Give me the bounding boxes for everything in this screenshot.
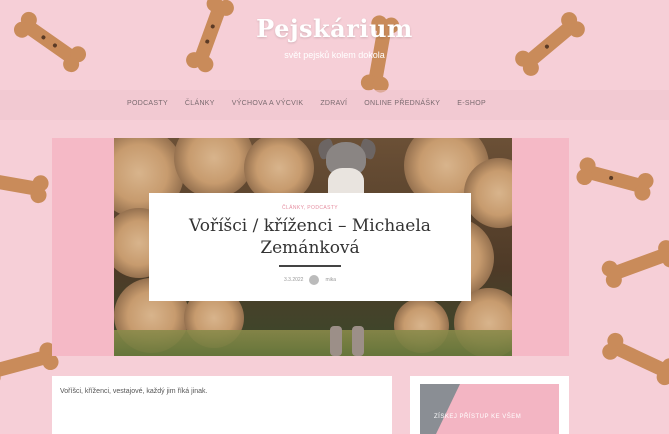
- bone-decoration: [0, 163, 52, 205]
- site-tagline: svět pejsků kolem dokola: [284, 50, 385, 60]
- post-meta: 3.3.2022 mika: [149, 275, 471, 285]
- nav-item-vychova[interactable]: VÝCHOVA A VÝCVIK: [232, 100, 304, 107]
- bone-decoration: [598, 329, 669, 388]
- author-avatar-icon: [309, 275, 320, 285]
- nav-item-clanky[interactable]: ČLÁNKY: [185, 100, 215, 107]
- site-title[interactable]: Pejskárium: [0, 14, 669, 43]
- post-author[interactable]: mika: [325, 277, 336, 283]
- post-card: ČLÁNKY, PODCASTY Voříšci / kříženci – Mi…: [149, 193, 471, 301]
- post-categories[interactable]: ČLÁNKY, PODCASTY: [149, 205, 471, 211]
- main-nav: PODCASTY ČLÁNKY VÝCHOVA A VÝCVIK ZDRAVÍ …: [0, 90, 669, 120]
- post-excerpt: Voříšci, kříženci, vestajové, každý jim …: [60, 388, 208, 395]
- post-content: Voříšci, kříženci, vestajové, každý jim …: [52, 376, 392, 434]
- nav-item-podcasty[interactable]: PODCASTY: [127, 100, 168, 107]
- nav-item-zdravi[interactable]: ZDRAVÍ: [320, 100, 347, 107]
- post-date: 3.3.2022: [283, 277, 304, 283]
- nav-item-prednasky[interactable]: ONLINE PŘEDNÁŠKY: [364, 100, 440, 107]
- title-divider: [279, 265, 341, 267]
- bone-decoration: [598, 237, 669, 291]
- bone-decoration: [573, 155, 658, 203]
- promo-decoration: [420, 384, 460, 434]
- promo-banner[interactable]: ZÍSKEJ PŘÍSTUP KE VŠEM: [420, 384, 559, 434]
- sidebar-widget: ZÍSKEJ PŘÍSTUP KE VŠEM: [410, 376, 569, 434]
- promo-text: ZÍSKEJ PŘÍSTUP KE VŠEM: [434, 414, 522, 420]
- post-title[interactable]: Voříšci / kříženci – Michaela Zemánková: [159, 215, 461, 259]
- nav-item-eshop[interactable]: E-SHOP: [457, 100, 486, 107]
